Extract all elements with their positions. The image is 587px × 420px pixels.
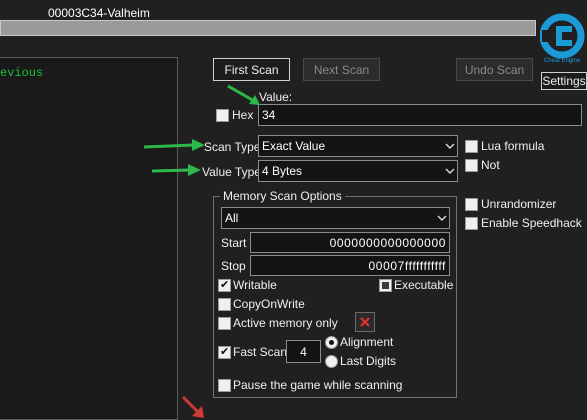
value-type-value: 4 Bytes [262,164,303,178]
memory-region-value: All [225,211,239,225]
alignment-label: Alignment [340,335,394,349]
speedhack-label: Enable Speedhack [481,216,582,230]
executable-checkbox[interactable] [379,279,392,292]
last-digits-label: Last Digits [340,354,397,368]
green-arrow-icon [151,164,201,176]
hex-checkbox[interactable] [216,109,229,122]
stop-address-input[interactable]: 00007fffffffffff [250,255,450,276]
scan-progress-bar [0,20,536,36]
results-column-header: evious [0,66,44,80]
executable-label: Executable [394,278,454,292]
stop-label: Stop [221,259,246,273]
last-digits-radio[interactable] [325,355,338,368]
next-scan-button[interactable]: Next Scan [303,58,380,81]
splitter[interactable] [180,57,202,420]
chevron-down-icon [443,143,457,149]
first-scan-button[interactable]: First Scan [213,58,290,81]
fast-scan-checkbox[interactable] [218,345,231,359]
value-type-select[interactable]: 4 Bytes [258,160,458,182]
active-memory-checkbox[interactable] [218,317,231,330]
fast-scan-alignment-input[interactable]: 4 [286,340,321,363]
value-input[interactable]: 34 [258,104,582,126]
writable-checkbox[interactable] [218,278,231,292]
start-address-input[interactable]: 0000000000000000 [250,232,450,253]
clear-icon[interactable] [355,312,375,332]
copy-on-write-label: CopyOnWrite [233,297,305,311]
writable-label: Writable [233,278,277,292]
active-memory-label: Active memory only [233,316,338,330]
results-list[interactable]: evious [0,57,178,420]
not-checkbox[interactable] [465,159,478,172]
start-label: Start [221,236,247,250]
unrandomizer-checkbox[interactable] [465,198,478,211]
not-label: Not [481,158,500,172]
pause-game-label: Pause the game while scanning [233,378,403,392]
undo-scan-button[interactable]: Undo Scan [456,58,533,81]
hex-label: Hex [232,108,254,122]
scan-type-value: Exact Value [262,139,326,153]
value-type-label: Value Type [202,165,261,179]
chevron-down-icon [435,215,449,221]
chevron-down-icon [443,168,457,174]
copy-on-write-checkbox[interactable] [218,298,231,311]
red-arrow-icon[interactable] [180,394,206,420]
pause-game-checkbox[interactable] [218,379,231,392]
indeterminate-mark [382,282,389,289]
green-arrow-icon [227,84,260,105]
unrandomizer-label: Unrandomizer [481,197,557,211]
scan-type-label: Scan Type [204,140,261,154]
red-x-icon [360,317,370,327]
logo-caption: Cheat Engine [544,58,581,64]
memory-region-select[interactable]: All [221,207,450,229]
scan-type-select[interactable]: Exact Value [258,135,458,157]
settings-button[interactable]: Settings [541,72,587,90]
cheat-engine-logo-icon[interactable]: Cheat Engine [540,6,586,68]
lua-formula-label: Lua formula [481,139,545,153]
speedhack-checkbox[interactable] [465,217,478,230]
fast-scan-label: Fast Scan [233,345,288,359]
alignment-radio[interactable] [325,336,338,349]
lua-formula-checkbox[interactable] [465,140,478,153]
green-arrow-icon [143,139,205,151]
window-title: 00003C34-Valheim [48,6,150,20]
memory-scan-options-title: Memory Scan Options [220,189,345,203]
